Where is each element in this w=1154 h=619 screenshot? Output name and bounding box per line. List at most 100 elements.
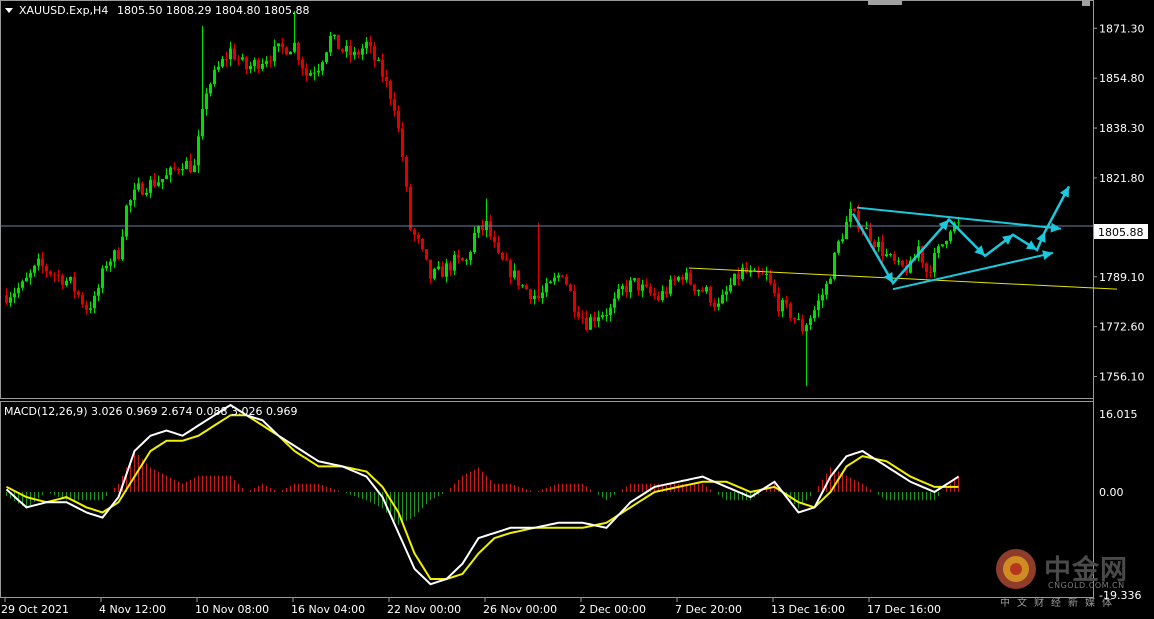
candle-body xyxy=(145,192,148,195)
candle-body xyxy=(381,59,384,77)
candle-body xyxy=(437,266,440,270)
candle-body xyxy=(889,254,892,256)
candle-body xyxy=(957,222,960,224)
candle-body xyxy=(549,281,552,284)
candle-body xyxy=(33,265,36,273)
candle-body xyxy=(529,289,532,300)
candle-body xyxy=(813,310,816,319)
candle-body xyxy=(237,59,240,61)
time-tick-label: 26 Nov 00:00 xyxy=(483,603,557,616)
candle-body xyxy=(389,81,392,100)
candle-body xyxy=(445,263,448,277)
chart-shift-handle[interactable] xyxy=(1082,0,1090,6)
candle-body xyxy=(301,59,304,69)
candle-body xyxy=(37,258,40,266)
candle-body xyxy=(137,183,140,190)
candle-body xyxy=(185,160,188,169)
candle-body xyxy=(745,267,748,273)
candlestick-series xyxy=(0,11,1093,386)
macd-main-line xyxy=(5,403,960,586)
menu-triangle-icon[interactable] xyxy=(5,8,13,13)
candle-body xyxy=(269,61,272,63)
candle-body xyxy=(429,259,432,279)
candle-body xyxy=(693,284,696,292)
candle-body xyxy=(533,295,536,300)
candle-body xyxy=(561,275,564,277)
candle-body xyxy=(305,68,308,76)
candle-body xyxy=(313,72,316,74)
candle-body xyxy=(101,268,104,288)
candle-body xyxy=(261,63,264,69)
candle-body xyxy=(297,42,300,60)
candle-body xyxy=(173,167,176,169)
candle-body xyxy=(357,51,360,55)
candle-body xyxy=(633,278,636,281)
forecast-zigzag xyxy=(851,185,1071,286)
candle-body xyxy=(441,266,444,277)
candle-body xyxy=(581,317,584,319)
candle-body xyxy=(397,110,400,129)
candle-body xyxy=(605,315,608,317)
candle-body xyxy=(337,34,340,50)
candle-body xyxy=(177,168,180,171)
candle-body xyxy=(489,221,492,237)
cngold-logo-icon xyxy=(996,549,1036,589)
candle-body xyxy=(5,295,8,303)
time-tick-label: 22 Nov 00:00 xyxy=(387,603,461,616)
candle-body xyxy=(881,241,884,257)
candle-body xyxy=(681,277,684,280)
candle-body xyxy=(685,272,688,280)
candle-body xyxy=(69,276,72,281)
candle-body xyxy=(501,252,504,260)
time-tick-label: 10 Nov 08:00 xyxy=(195,603,269,616)
candle-body xyxy=(373,46,376,61)
candle-body xyxy=(721,294,724,304)
candle-body xyxy=(477,225,480,233)
price-panel[interactable] xyxy=(0,0,1094,399)
candle-body xyxy=(241,57,244,60)
price-tick-label: 1838.30 xyxy=(1099,122,1145,135)
price-axis: 1871.30 1854.80 1838.30 1821.80 1789.10 1772.… xyxy=(1093,22,1145,602)
chart-scroll-handle[interactable] xyxy=(868,0,902,5)
candle-body xyxy=(589,317,592,330)
candle-body xyxy=(405,157,408,187)
candle-body xyxy=(661,291,664,301)
candle-body xyxy=(345,45,348,52)
candle-body xyxy=(765,273,768,275)
candle-body xyxy=(401,128,404,158)
candle-body xyxy=(281,43,284,48)
candle-body xyxy=(449,263,452,271)
candle-body xyxy=(121,236,124,260)
candle-body xyxy=(413,229,416,235)
trading-chart[interactable]: 1871.30 1854.80 1838.30 1821.80 1789.10 1772.… xyxy=(0,0,1154,619)
candle-body xyxy=(601,315,604,318)
candle-body xyxy=(817,300,820,311)
candle-body xyxy=(641,284,644,291)
candle-body xyxy=(285,47,288,55)
macd-tick-label: 0.00 xyxy=(1099,486,1124,499)
candle-body xyxy=(141,183,144,195)
candle-body xyxy=(701,290,704,292)
candle-body xyxy=(13,293,16,298)
candle-body xyxy=(109,261,112,266)
candle-body xyxy=(573,291,576,312)
current-price-label: 1805.88 xyxy=(1098,226,1144,239)
candle-body xyxy=(825,283,828,295)
candle-body xyxy=(829,278,832,284)
candle-body xyxy=(665,291,668,294)
candle-body xyxy=(621,285,624,290)
trendline xyxy=(892,251,1054,291)
drawing-objects[interactable] xyxy=(688,185,1118,291)
candle-body xyxy=(425,249,428,260)
candle-body xyxy=(797,319,800,321)
candle-body xyxy=(341,49,344,52)
candle-body xyxy=(249,65,252,70)
candle-body xyxy=(205,93,208,109)
candle-body xyxy=(689,272,692,285)
candle-body xyxy=(9,297,12,303)
candle-body xyxy=(657,295,660,301)
candle-body xyxy=(377,59,380,61)
candle-body xyxy=(669,279,672,294)
candle-body xyxy=(181,168,184,171)
candle-body xyxy=(289,51,292,55)
